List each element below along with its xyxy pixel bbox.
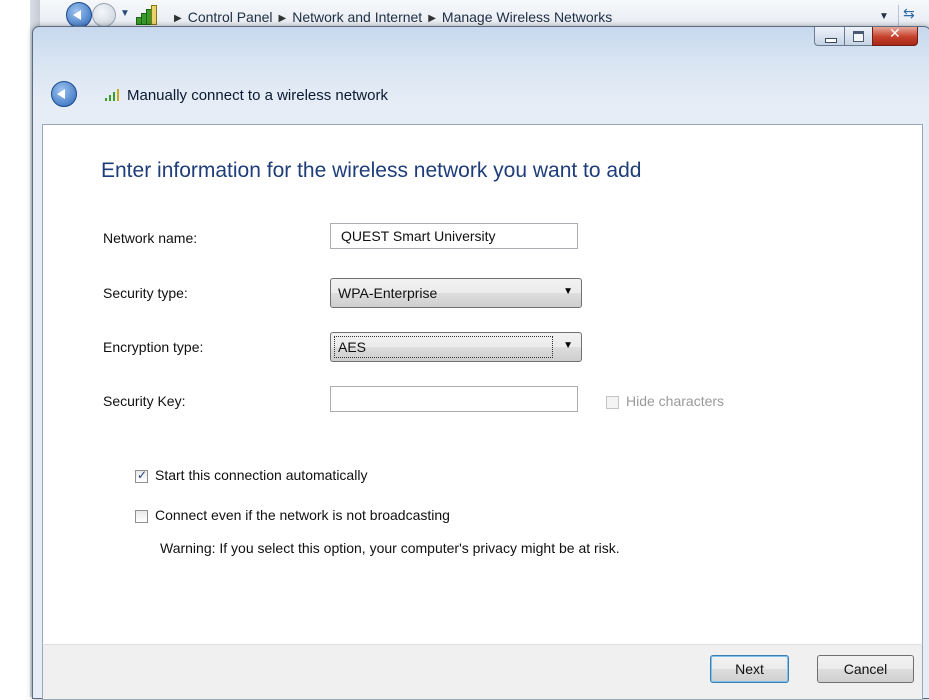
breadcrumb-separator-icon[interactable]: ▶ [428, 13, 436, 24]
maximize-button[interactable] [844, 27, 874, 46]
encryption-type-select[interactable]: AES ▼ [330, 332, 582, 362]
dialog-title: Manually connect to a wireless network [127, 87, 388, 104]
security-type-select[interactable]: WPA-Enterprise ▼ [330, 278, 582, 308]
breadcrumb-network-and-internet[interactable]: Network and Internet [292, 9, 422, 25]
chevron-down-icon: ▼ [563, 286, 573, 297]
breadcrumb-separator-icon: ▶ [174, 13, 182, 24]
refresh-icon[interactable]: ⇆ [898, 5, 923, 27]
encryption-type-value: AES [338, 339, 367, 355]
breadcrumb-separator-icon[interactable]: ▶ [279, 13, 287, 24]
breadcrumb: ▶ Control Panel ▶ Network and Internet ▶ Mana… [168, 9, 612, 25]
security-type-label: Security type: [103, 285, 188, 301]
back-icon[interactable] [66, 2, 92, 28]
close-icon: ✕ [889, 26, 901, 42]
network-icon [136, 5, 158, 25]
page-title: Enter information for the wireless netwo… [101, 159, 642, 182]
security-key-label: Security Key: [103, 393, 186, 409]
close-button[interactable]: ✕ [872, 26, 918, 46]
encryption-type-label: Encryption type: [103, 339, 204, 355]
hide-characters-checkbox[interactable] [606, 396, 619, 409]
wireless-signal-icon [105, 87, 123, 101]
security-type-value: WPA-Enterprise [338, 285, 438, 301]
hide-characters-label: Hide characters [626, 393, 725, 409]
breadcrumb-manage-wireless-networks[interactable]: Manage Wireless Networks [442, 9, 612, 25]
dialog-back-button[interactable] [51, 81, 77, 107]
start-automatically-checkbox[interactable] [135, 468, 148, 483]
next-button[interactable]: Next [710, 655, 789, 683]
network-name-input[interactable] [330, 223, 578, 249]
forward-icon[interactable] [92, 3, 116, 27]
chevron-down-icon: ▼ [563, 340, 573, 351]
start-automatically-label: Start this connection automatically [155, 467, 368, 483]
focus-ring [334, 336, 553, 358]
privacy-warning-text: Warning: If you select this option, your… [160, 540, 620, 556]
connect-not-broadcasting-label: Connect even if the network is not broad… [155, 507, 450, 523]
network-name-label: Network name: [103, 230, 198, 246]
connect-not-broadcasting-checkbox[interactable] [135, 510, 148, 523]
security-key-input[interactable] [330, 386, 578, 412]
address-dropdown-icon[interactable]: ▼ [879, 11, 889, 22]
cancel-button[interactable]: Cancel [817, 655, 914, 683]
recent-pages-dropdown-icon[interactable]: ▼ [120, 8, 130, 19]
dialog-content: Enter information for the wireless netwo… [42, 124, 923, 645]
minimize-button[interactable] [814, 27, 846, 46]
breadcrumb-control-panel[interactable]: Control Panel [188, 9, 273, 25]
dialog-footer: Next Cancel [42, 644, 923, 700]
wireless-dialog: ✕ Manually connect to a wireless network… [32, 26, 929, 700]
